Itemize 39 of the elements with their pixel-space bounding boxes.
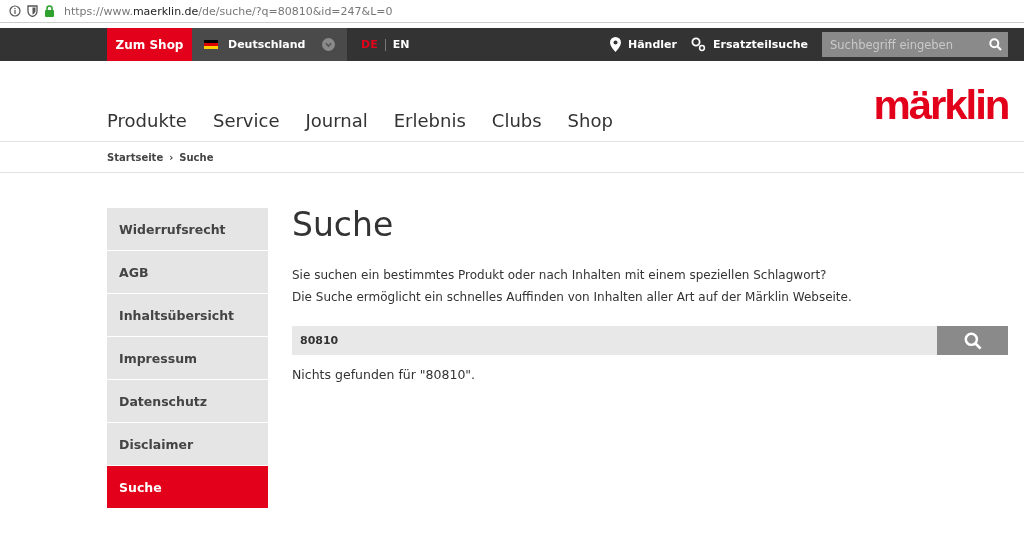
parts-search-link[interactable]: Ersatzteilsuche (690, 28, 808, 61)
chevron-icon (322, 38, 335, 51)
nav-link[interactable]: Service (212, 110, 280, 131)
sidebar-item[interactable]: Disclaimer (107, 423, 268, 465)
page-heading: Suche (292, 205, 395, 244)
sidebar-item[interactable]: AGB (107, 251, 268, 293)
nav-link[interactable]: Clubs (491, 110, 542, 131)
breadcrumb-separator: › (169, 151, 174, 163)
search-button[interactable] (937, 326, 1008, 355)
search-field[interactable]: 80810 (292, 326, 937, 355)
search-field[interactable]: Suchbegriff eingeben (822, 32, 1008, 57)
sidebar-item[interactable]: Impressum (107, 337, 268, 379)
lock-icon (44, 5, 55, 17)
shield-icon (27, 5, 38, 17)
map-pin-icon (609, 37, 621, 52)
nav-link[interactable]: Shop (567, 110, 613, 131)
search-icon[interactable] (989, 38, 1002, 51)
shop-button[interactable]: Zum Shop (107, 28, 192, 61)
country-select[interactable]: Deutschland (192, 28, 347, 61)
nav-link[interactable]: Journal (305, 110, 368, 131)
url-text[interactable]: https://www.maerklin.de/de/suche/?q=80810&id=247&L=0 (64, 4, 393, 18)
language-link[interactable]: EN (392, 38, 410, 51)
circles-icon (690, 37, 706, 52)
result-message: Nichts gefunden für "80810". (292, 367, 477, 382)
sidebar-item[interactable]: Widerrufsrecht (107, 208, 268, 250)
sidebar-item[interactable]: Suche (107, 466, 268, 508)
flag-icon (204, 40, 218, 49)
info-icon (9, 5, 21, 17)
dealer-link[interactable]: Händler (609, 28, 677, 61)
sidebar-item[interactable]: Datenschutz (107, 380, 268, 422)
search-icon (963, 331, 982, 350)
intro-text: Sie suchen ein bestimmtes Produkt oder nach Inhalten mit einem speziellen Schlagwort? (292, 267, 828, 284)
intro-text: Die Suche ermöglicht ein schnelles Auffinden von Inhalten aller Art auf der Märklin Webseite. (292, 289, 853, 306)
logo[interactable]: märklin (873, 85, 1008, 125)
breadcrumb-link[interactable]: Suche (179, 151, 214, 163)
sidebar-item[interactable]: Inhaltsübersicht (107, 294, 268, 336)
nav-link[interactable]: Erlebnis (393, 110, 466, 131)
nav-link[interactable]: Produkte (107, 110, 187, 131)
breadcrumb-link[interactable]: Startseite (107, 151, 164, 163)
